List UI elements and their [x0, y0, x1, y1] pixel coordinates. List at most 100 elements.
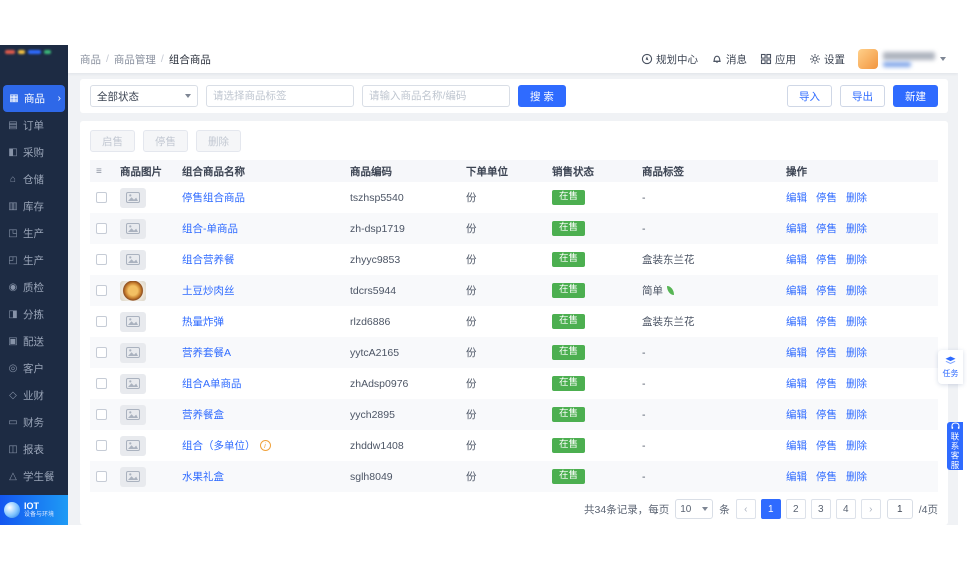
sidebar-item-delivery[interactable]: ▣ 配送 — [0, 328, 68, 355]
apps-button[interactable]: 应用 — [760, 52, 796, 67]
product-name-link[interactable]: 组合营养餐 — [182, 254, 235, 266]
row-action-delete[interactable]: 删除 — [846, 378, 867, 390]
user-menu[interactable] — [858, 49, 946, 69]
search-button[interactable]: 搜 索 — [518, 85, 566, 107]
row-action-delete[interactable]: 删除 — [846, 223, 867, 235]
row-action-delete[interactable]: 删除 — [846, 409, 867, 421]
sidebar-item-business-finance[interactable]: ◇ 业财 — [0, 382, 68, 409]
sidebar-item-finance[interactable]: ▭ 财务 — [0, 409, 68, 436]
row-action-delete[interactable]: 删除 — [846, 347, 867, 359]
row-action-stop-sale[interactable]: 停售 — [816, 347, 837, 359]
bulk-delete-button[interactable]: 删除 — [196, 130, 241, 152]
row-action-edit[interactable]: 编辑 — [786, 440, 807, 452]
sidebar-item-label: 仓储 — [23, 174, 44, 186]
pagination-page-2[interactable]: 2 — [785, 499, 806, 519]
messages-button[interactable]: 消息 — [711, 52, 747, 67]
column-header-4: 销售状态 — [546, 160, 636, 182]
row-action-edit[interactable]: 编辑 — [786, 347, 807, 359]
sidebar-item-sorting[interactable]: ◨ 分拣 — [0, 301, 68, 328]
product-name-link[interactable]: 水果礼盒 — [182, 471, 224, 483]
create-button[interactable]: 新建 — [893, 85, 938, 107]
sidebar-item-customer[interactable]: ◎ 客户 — [0, 355, 68, 382]
row-action-stop-sale[interactable]: 停售 — [816, 378, 837, 390]
pagination-page-3[interactable]: 3 — [810, 499, 831, 519]
row-action-delete[interactable]: 删除 — [846, 285, 867, 297]
task-panel-button[interactable]: 任务 — [938, 350, 963, 384]
total-pages-label: /4页 — [918, 503, 938, 516]
cell-status: 在售 — [546, 399, 636, 430]
pagination-page-4[interactable]: 4 — [835, 499, 856, 519]
sidebar-item-goods[interactable]: ▦ 商品 › — [3, 85, 65, 112]
row-checkbox[interactable] — [96, 192, 107, 204]
row-action-stop-sale[interactable]: 停售 — [816, 409, 837, 421]
pagination-prev-button[interactable]: ‹ — [735, 499, 756, 519]
row-action-edit[interactable]: 编辑 — [786, 192, 807, 204]
row-checkbox[interactable] — [96, 440, 107, 452]
product-tag: - — [642, 346, 646, 359]
product-name-link[interactable]: 组合-单商品 — [182, 223, 238, 235]
row-checkbox[interactable] — [96, 378, 107, 390]
breadcrumb-item[interactable]: 商品 — [80, 52, 101, 67]
planning-center-button[interactable]: 规划中心 — [641, 52, 698, 67]
import-button[interactable]: 导入 — [787, 85, 832, 107]
row-action-edit[interactable]: 编辑 — [786, 285, 807, 297]
pagination-next-button[interactable]: › — [860, 499, 881, 519]
page-size-select[interactable]: 10 — [675, 499, 714, 519]
row-action-stop-sale[interactable]: 停售 — [816, 440, 837, 452]
breadcrumb-item[interactable]: 商品管理 — [114, 52, 156, 67]
tag-filter-input[interactable] — [206, 85, 354, 107]
row-action-edit[interactable]: 编辑 — [786, 409, 807, 421]
row-action-stop-sale[interactable]: 停售 — [816, 285, 837, 297]
row-action-delete[interactable]: 删除 — [846, 316, 867, 328]
product-name-link[interactable]: 营养套餐A — [182, 347, 231, 359]
sidebar-item-quality[interactable]: ◉ 质检 — [0, 274, 68, 301]
sidebar-item-student-meal[interactable]: △ 学生餐 — [0, 463, 68, 490]
iot-subtitle: 设备与环境 — [24, 511, 55, 518]
sidebar-item-reports[interactable]: ◫ 报表 — [0, 436, 68, 463]
product-name-link[interactable]: 停售组合商品 — [182, 192, 245, 204]
row-action-delete[interactable]: 删除 — [846, 471, 867, 483]
row-checkbox[interactable] — [96, 254, 107, 266]
sidebar-item-inventory[interactable]: ▥ 库存 — [0, 193, 68, 220]
row-action-delete[interactable]: 删除 — [846, 192, 867, 204]
row-action-delete[interactable]: 删除 — [846, 440, 867, 452]
product-name-link[interactable]: 土豆炒肉丝 — [182, 285, 235, 297]
sidebar-item-production[interactable]: ◳ 生产 — [0, 220, 68, 247]
product-name-link[interactable]: 热量炸弹 — [182, 316, 224, 328]
product-name-link[interactable]: 组合A单商品 — [182, 378, 242, 390]
row-action-edit[interactable]: 编辑 — [786, 254, 807, 266]
row-action-stop-sale[interactable]: 停售 — [816, 223, 837, 235]
settings-button[interactable]: 设置 — [809, 52, 845, 67]
sidebar-item-warehouse[interactable]: ⌂ 仓储 — [0, 166, 68, 193]
row-checkbox[interactable] — [96, 316, 107, 328]
row-action-delete[interactable]: 删除 — [846, 254, 867, 266]
sidebar-item-orders[interactable]: ▤ 订单 — [0, 112, 68, 139]
status-select[interactable]: 全部状态 — [90, 85, 198, 107]
export-button[interactable]: 导出 — [840, 85, 885, 107]
row-action-stop-sale[interactable]: 停售 — [816, 192, 837, 204]
row-checkbox[interactable] — [96, 409, 107, 421]
bulk-enable-sale-button[interactable]: 启售 — [90, 130, 135, 152]
row-action-stop-sale[interactable]: 停售 — [816, 254, 837, 266]
row-checkbox[interactable] — [96, 347, 107, 359]
row-action-stop-sale[interactable]: 停售 — [816, 316, 837, 328]
row-checkbox[interactable] — [96, 285, 107, 297]
product-name-link[interactable]: 营养餐盒 — [182, 409, 224, 421]
row-action-stop-sale[interactable]: 停售 — [816, 471, 837, 483]
sidebar-item-purchase[interactable]: ◧ 采购 — [0, 139, 68, 166]
row-checkbox[interactable] — [96, 223, 107, 235]
breadcrumb-item[interactable]: 组合商品 — [169, 52, 211, 67]
contact-support-button[interactable]: 联系客服 — [947, 422, 963, 470]
row-action-edit[interactable]: 编辑 — [786, 223, 807, 235]
product-name-link[interactable]: 组合（多单位） — [182, 440, 256, 452]
row-checkbox[interactable] — [96, 471, 107, 483]
bulk-stop-sale-button[interactable]: 停售 — [143, 130, 188, 152]
sidebar-item-production-2[interactable]: ◰ 生产 — [0, 247, 68, 274]
table-settings-icon[interactable]: ≡ — [96, 166, 102, 177]
row-action-edit[interactable]: 编辑 — [786, 316, 807, 328]
page-jump-input[interactable] — [886, 499, 913, 519]
row-action-edit[interactable]: 编辑 — [786, 378, 807, 390]
pagination-page-1[interactable]: 1 — [760, 499, 781, 519]
keyword-search-input[interactable] — [362, 85, 510, 107]
row-action-edit[interactable]: 编辑 — [786, 471, 807, 483]
